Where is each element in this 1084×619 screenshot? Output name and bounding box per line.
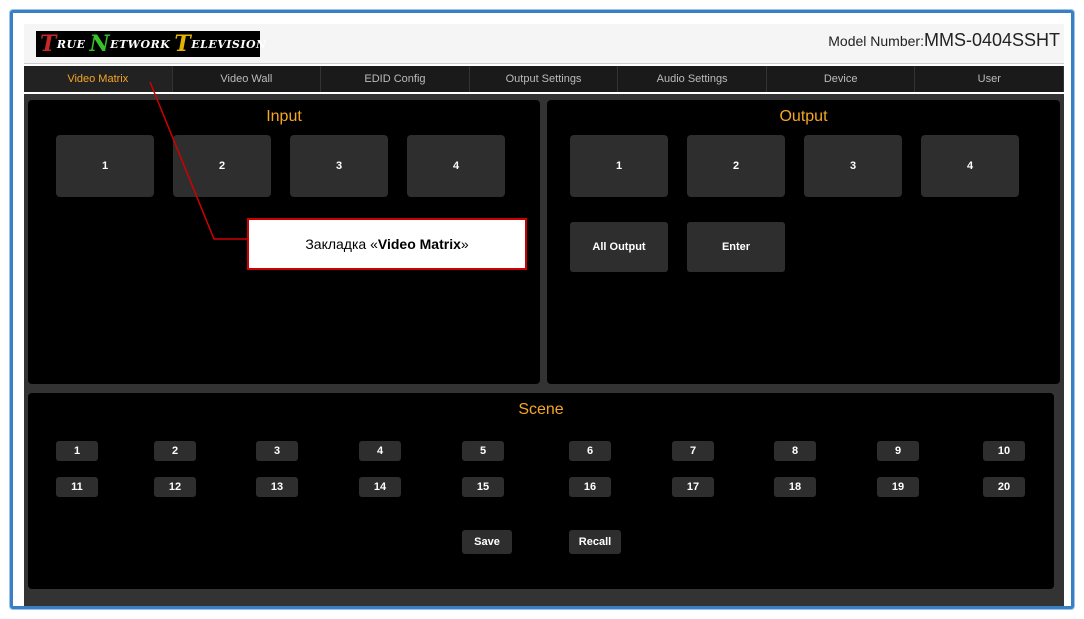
scene-button-9[interactable]: 9 (877, 441, 919, 461)
logo-letter-1: T (40, 31, 57, 57)
scene-button-2[interactable]: 2 (154, 441, 196, 461)
tab-output-settings[interactable]: Output Settings (469, 66, 619, 92)
callout-prefix: Закладка « (305, 236, 378, 252)
scene-button-13[interactable]: 13 (256, 477, 298, 497)
output-button-4[interactable]: 4 (921, 135, 1019, 197)
scene-button-11[interactable]: 11 (56, 477, 98, 497)
save-button[interactable]: Save (462, 530, 512, 554)
logo-word-2: ETWORK (110, 37, 171, 51)
logo-word-1: RUE (56, 37, 86, 51)
tab-video-wall[interactable]: Video Wall (172, 66, 322, 92)
scene-title: Scene (518, 401, 564, 418)
callout-bold: Video Matrix (377, 236, 461, 252)
scene-button-3[interactable]: 3 (256, 441, 298, 461)
main-nav: Video Matrix Video Wall EDID Config Outp… (24, 66, 1065, 92)
logo-letter-2: N (89, 31, 111, 57)
output-button-3[interactable]: 3 (804, 135, 902, 197)
scene-button-7[interactable]: 7 (672, 441, 714, 461)
callout-suffix: » (460, 236, 469, 252)
scene-button-5[interactable]: 5 (462, 441, 504, 461)
tab-edid-config[interactable]: EDID Config (321, 66, 470, 92)
scene-button-6[interactable]: 6 (569, 441, 611, 461)
scene-button-15[interactable]: 15 (462, 477, 504, 497)
output-title: Output (779, 108, 828, 125)
enter-button[interactable]: Enter (687, 222, 785, 272)
input-button-2[interactable]: 2 (173, 135, 271, 197)
tab-audio-settings[interactable]: Audio Settings (618, 66, 767, 92)
scene-button-12[interactable]: 12 (154, 477, 196, 497)
scene-button-8[interactable]: 8 (774, 441, 816, 461)
model-value: MMS-0404SSHT (923, 30, 1060, 50)
tab-user[interactable]: User (915, 66, 1065, 92)
recall-button[interactable]: Recall (569, 530, 621, 554)
scene-button-14[interactable]: 14 (359, 477, 401, 497)
input-button-4[interactable]: 4 (407, 135, 505, 197)
input-button-1[interactable]: 1 (56, 135, 154, 197)
tab-device[interactable]: Device (766, 66, 916, 92)
annotation-callout: Закладка «Video Matrix» (247, 218, 527, 270)
model-label: Model Number: (828, 33, 924, 49)
scene-button-18[interactable]: 18 (774, 477, 816, 497)
input-button-3[interactable]: 3 (290, 135, 388, 197)
scene-button-1[interactable]: 1 (56, 441, 98, 461)
scene-button-16[interactable]: 16 (569, 477, 611, 497)
scene-button-10[interactable]: 10 (983, 441, 1025, 461)
brand-logo: T RUE N ETWORK T ELEVISION (36, 31, 266, 57)
output-button-2[interactable]: 2 (687, 135, 785, 197)
scene-button-4[interactable]: 4 (359, 441, 401, 461)
scene-button-19[interactable]: 19 (877, 477, 919, 497)
logo-word-3: ELEVISION (191, 37, 267, 51)
scene-button-17[interactable]: 17 (672, 477, 714, 497)
output-button-1[interactable]: 1 (570, 135, 668, 197)
model-number: Model Number:MMS-0404SSHT (828, 30, 1060, 51)
tab-video-matrix[interactable]: Video Matrix (24, 66, 173, 92)
scene-button-20[interactable]: 20 (983, 477, 1025, 497)
logo-letter-3: T (174, 31, 192, 57)
all-output-button[interactable]: All Output (570, 222, 668, 272)
input-title: Input (266, 108, 302, 125)
